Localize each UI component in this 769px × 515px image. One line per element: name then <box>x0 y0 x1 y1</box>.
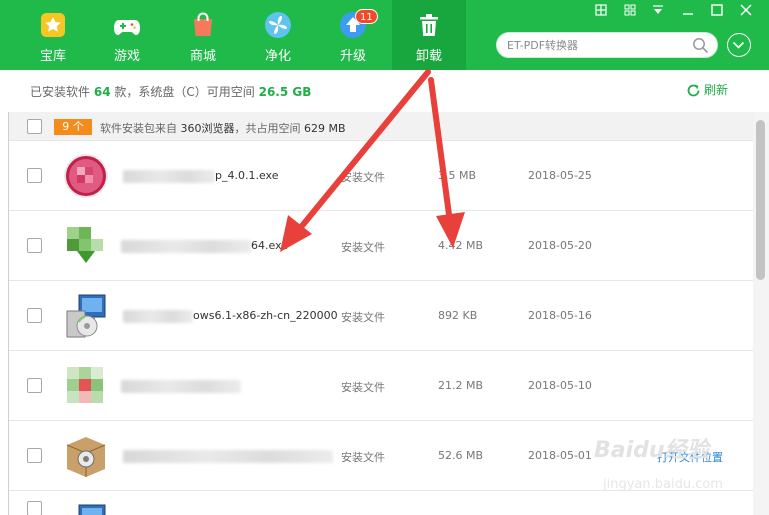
purify-fan-icon <box>265 12 291 38</box>
close-icon[interactable] <box>735 4 757 22</box>
package-date: 2018-05-01 <box>528 449 592 462</box>
blurred-filename <box>123 310 193 323</box>
tab-label: 升级 <box>339 49 366 64</box>
tab-label: 净化 <box>264 49 291 64</box>
top-toolbar: 宝库 游戏 商城 净化 11 升级 卸载 ET-PDF转换器 <box>0 0 769 70</box>
package-row[interactable]: p_4.0.1.exe 安装文件 3.5 MB 2018-05-25 <box>9 141 753 211</box>
tab-purify[interactable]: 净化 <box>241 0 315 70</box>
package-size: 3.5 MB <box>438 169 477 182</box>
tab-games[interactable]: 游戏 <box>90 0 164 70</box>
pink-ball-app-icon <box>64 154 108 198</box>
free-space-value: 26.5 GB <box>258 85 312 99</box>
package-type: 安装文件 <box>341 311 385 324</box>
package-size: 21.2 MB <box>438 379 484 392</box>
row-checkbox[interactable] <box>27 501 42 515</box>
refresh-label: 刷新 <box>704 83 729 97</box>
row-checkbox[interactable] <box>27 238 42 253</box>
group-space-label: ，共占用空间 <box>234 122 301 135</box>
row-checkbox[interactable] <box>27 378 42 393</box>
package-name: ows6.1-x86-zh-cn_220000 <box>193 309 338 322</box>
package-type: 安装文件 <box>341 451 385 464</box>
tab-uninstall[interactable]: 卸载 <box>392 0 466 70</box>
package-type: 安装文件 <box>341 171 385 184</box>
package-count-badge: 9 个 <box>54 119 92 135</box>
pixelated-app-icon <box>67 367 103 403</box>
maximize-icon[interactable] <box>706 4 728 22</box>
package-name: p_4.0.1.exe <box>215 169 279 182</box>
disk-info: 已安装软件 64 款，系统盘（C）可用空间 26.5 GB <box>30 83 311 100</box>
upgrade-count-badge: 11 <box>355 9 378 24</box>
package-type: 安装文件 <box>341 241 385 254</box>
package-size: 4.42 MB <box>438 239 484 252</box>
package-row[interactable]: ows6.1-x86-zh-cn_220000 安装文件 892 KB 2018… <box>9 281 753 351</box>
treasure-star-icon <box>41 13 65 37</box>
download-arrow-icon <box>732 41 745 49</box>
package-size: 52.6 MB <box>438 449 484 462</box>
tab-label: 游戏 <box>113 49 140 64</box>
minimize-icon[interactable] <box>677 4 699 22</box>
refresh-icon <box>687 84 700 97</box>
row-checkbox[interactable] <box>27 308 42 323</box>
shopping-bag-icon <box>194 12 212 36</box>
tab-store[interactable]: 商城 <box>166 0 240 70</box>
download-manager-button[interactable] <box>727 33 751 57</box>
package-group-header: 9 个 软件安装包来自 360浏览器，共占用空间 629 MB <box>9 112 753 141</box>
package-row[interactable]: 安装文件 21.2 MB 2018-05-10 <box>9 351 753 421</box>
package-size: 892 KB <box>438 309 478 322</box>
group-total-size: 629 MB <box>304 122 346 135</box>
installed-count: 64 <box>93 85 111 99</box>
green-download-app-icon <box>67 227 103 263</box>
gamepad-icon <box>114 20 140 35</box>
skin-icon[interactable] <box>590 4 612 22</box>
blurred-filename <box>123 450 333 463</box>
disk-label: 款，系统盘（C）可用空间 <box>114 85 255 99</box>
row-checkbox[interactable] <box>27 448 42 463</box>
baidu-watermark-url: jingyan.baidu.com <box>603 477 723 492</box>
package-date: 2018-05-16 <box>528 309 592 322</box>
search-box <box>496 32 718 58</box>
tab-treasure[interactable]: 宝库 <box>16 0 90 70</box>
package-row[interactable]: 64.exe 安装文件 4.42 MB 2018-05-20 <box>9 211 753 281</box>
tab-upgrade[interactable]: 11 升级 <box>316 0 390 70</box>
blurred-filename <box>121 380 241 393</box>
menu-icon[interactable] <box>619 4 641 22</box>
scrollbar-thumb[interactable] <box>756 120 765 280</box>
blurred-filename <box>123 170 215 183</box>
group-summary: 软件安装包来自 360浏览器，共占用空间 629 MB <box>100 120 346 136</box>
package-date: 2018-05-20 <box>528 239 592 252</box>
package-type: 安装文件 <box>341 381 385 394</box>
installer-cd-icon <box>78 504 106 515</box>
search-input[interactable] <box>507 36 687 55</box>
group-source-prefix: 软件安装包来自 <box>100 122 177 135</box>
package-name: 64.exe <box>251 239 289 252</box>
blurred-filename <box>121 240 251 253</box>
package-date: 2018-05-25 <box>528 169 592 182</box>
search-icon[interactable] <box>692 37 709 54</box>
refresh-button[interactable]: 刷新 <box>686 81 728 98</box>
package-date: 2018-05-10 <box>528 379 592 392</box>
installed-label: 已安装软件 <box>30 85 91 99</box>
tab-label: 宝库 <box>39 49 66 64</box>
package-box-icon <box>66 437 106 477</box>
row-checkbox[interactable] <box>27 168 42 183</box>
installer-cd-icon <box>66 294 106 338</box>
dropdown-icon[interactable] <box>647 4 669 22</box>
package-row[interactable] <box>9 491 753 515</box>
tab-label: 卸载 <box>415 49 442 64</box>
select-all-checkbox[interactable] <box>27 119 42 134</box>
group-source: 360浏览器 <box>180 122 235 135</box>
trash-icon <box>420 14 438 36</box>
tab-label: 商城 <box>189 49 216 64</box>
baidu-watermark: Baidu经验 <box>594 438 709 463</box>
